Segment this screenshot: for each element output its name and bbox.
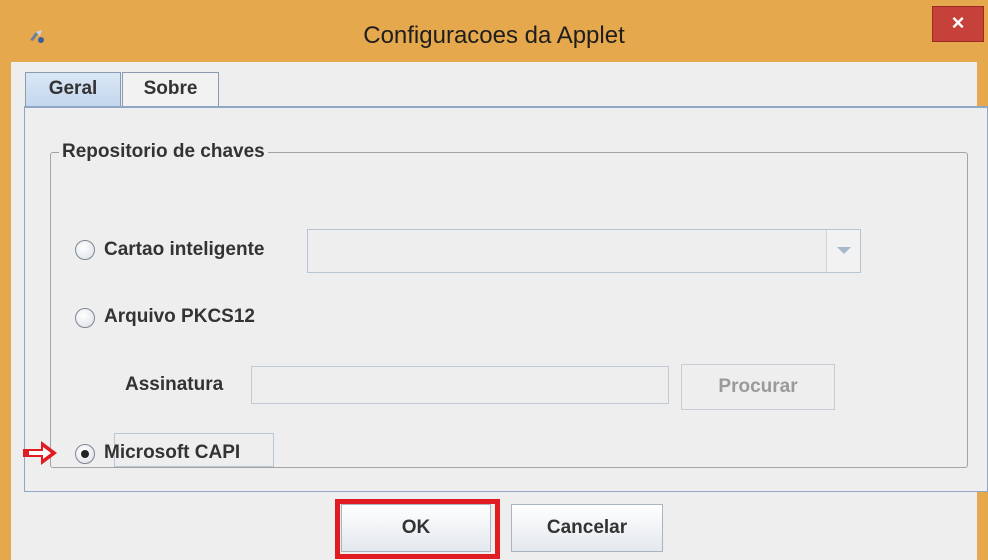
smartcard-dropdown[interactable] [307, 229, 861, 273]
cancel-button[interactable]: Cancelar [511, 504, 663, 552]
radio-pkcs12[interactable] [75, 308, 95, 328]
radio-selected-dot [81, 450, 89, 458]
pkcs12-label[interactable]: Arquivo PKCS12 [104, 306, 255, 328]
microsoft-capi-label[interactable]: Microsoft CAPI [104, 442, 240, 464]
close-button[interactable]: × [932, 6, 984, 42]
dialog-window: Configuracoes da Applet × Geral Sobre Re… [0, 0, 988, 560]
title-bar[interactable]: Configuracoes da Applet × [0, 0, 988, 62]
window-title: Configuracoes da Applet [363, 22, 625, 49]
red-arrow-indicator-icon [23, 441, 57, 465]
dropdown-button[interactable] [826, 230, 860, 272]
client-area: Geral Sobre Repositorio de chaves Cartao… [11, 62, 988, 560]
smartcard-label[interactable]: Cartao inteligente [104, 239, 264, 261]
assinatura-label: Assinatura [125, 374, 224, 395]
chevron-down-icon [837, 247, 851, 254]
radio-smartcard[interactable] [75, 240, 95, 260]
assinatura-field[interactable] [251, 366, 669, 404]
tab-sobre[interactable]: Sobre [122, 72, 219, 106]
radio-microsoft-capi[interactable] [75, 444, 95, 464]
ok-button[interactable]: OK [341, 504, 491, 552]
tab-panel: Repositorio de chaves Cartao inteligente… [23, 106, 988, 492]
procurar-button[interactable]: Procurar [681, 364, 835, 410]
groupbox-title: Repositorio de chaves [59, 141, 268, 163]
close-icon: × [951, 10, 965, 35]
tab-geral[interactable]: Geral [25, 72, 121, 106]
